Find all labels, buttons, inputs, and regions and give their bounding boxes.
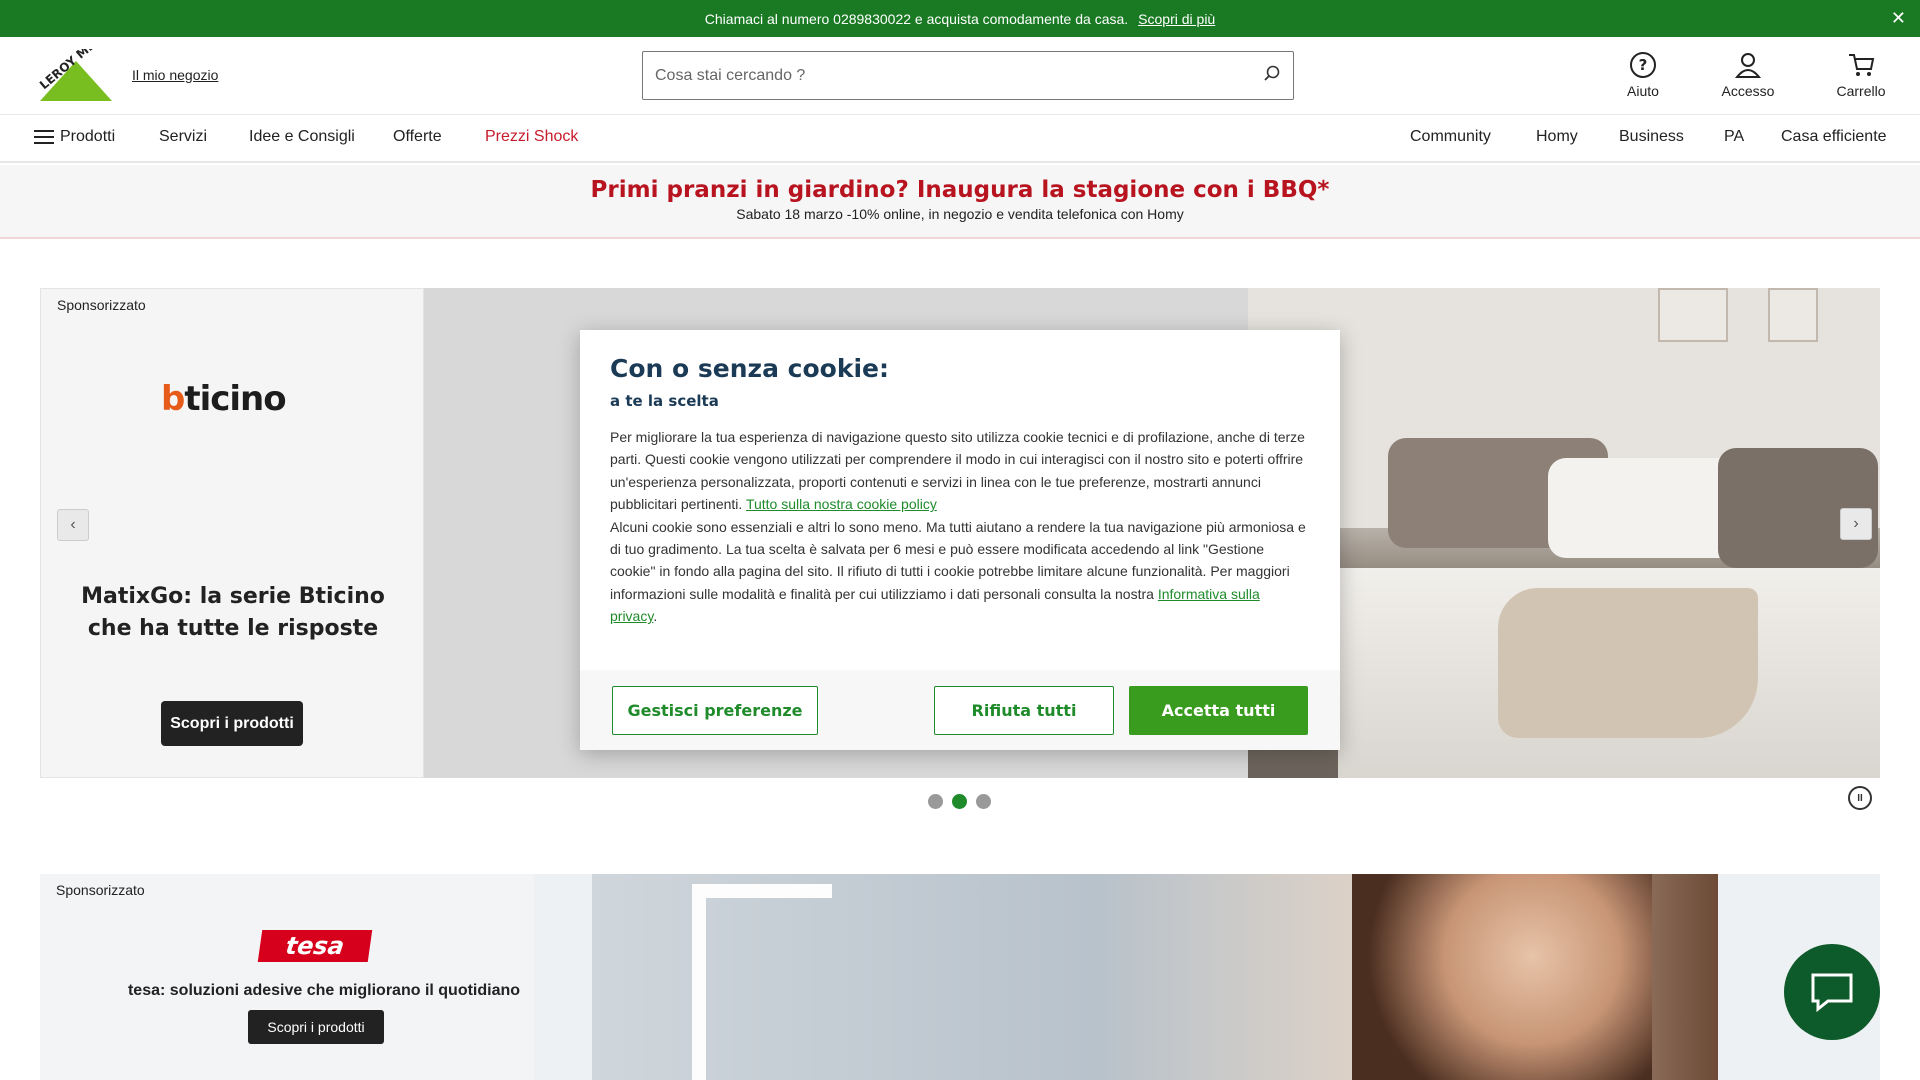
- nav-item-ideas[interactable]: Idee e Consigli: [249, 128, 355, 146]
- chevron-right-icon[interactable]: ›: [1840, 508, 1872, 540]
- nav-item-label: Prodotti: [60, 128, 116, 145]
- blanket: [1498, 588, 1758, 738]
- nav-item-services[interactable]: Servizi: [159, 128, 207, 146]
- cookie-title: Con o senza cookie:: [610, 354, 889, 383]
- nav-item-products[interactable]: Prodotti: [34, 128, 115, 146]
- cookie-text-1: Per migliorare la tua esperienza di navi…: [610, 429, 1305, 513]
- login-label: Accesso: [1721, 83, 1775, 99]
- nav-item-efficient-home[interactable]: Casa efficiente: [1781, 128, 1887, 146]
- help-button[interactable]: ? Aiuto: [1603, 51, 1683, 99]
- main-navigation: Prodotti Servizi Idee e Consigli Offerte…: [0, 115, 1920, 163]
- help-label: Aiuto: [1627, 83, 1659, 99]
- promo-banner[interactable]: Primi pranzi in giardino? Inaugura la st…: [0, 165, 1920, 239]
- search-input[interactable]: Cosa stai cercando ?: [655, 67, 1263, 85]
- login-button[interactable]: Accesso: [1708, 51, 1788, 99]
- nav-item-business[interactable]: Business: [1619, 128, 1684, 146]
- tesa-text: tesa: soluzioni adesive che migliorano i…: [127, 982, 521, 999]
- cart-button[interactable]: Carrello: [1821, 51, 1901, 99]
- my-store-link[interactable]: Il mio negozio: [132, 67, 218, 83]
- woman-portrait: [1352, 874, 1652, 1080]
- nav-item-community[interactable]: Community: [1410, 128, 1491, 146]
- chat-button[interactable]: [1784, 944, 1880, 1040]
- cookie-body: Per migliorare la tua esperienza di navi…: [610, 426, 1310, 628]
- search-icon[interactable]: [1263, 64, 1281, 87]
- cookie-consent-modal: Con o senza cookie: a te la scelta Per m…: [580, 330, 1340, 750]
- reject-all-button[interactable]: Rifiuta tutti: [934, 686, 1114, 735]
- tesa-discover-button[interactable]: Scopri i prodotti: [248, 1010, 384, 1044]
- nav-item-pa[interactable]: PA: [1724, 128, 1744, 146]
- sponsored-label: Sponsorizzato: [56, 882, 145, 898]
- cart-icon: [1849, 54, 1875, 76]
- cart-label: Carrello: [1836, 83, 1886, 99]
- pause-icon[interactable]: II: [1848, 786, 1872, 810]
- carousel-dot[interactable]: [976, 794, 991, 809]
- discover-products-button[interactable]: Scopri i prodotti: [161, 701, 303, 746]
- site-header: LEROY MERLIN Il mio negozio Cosa stai ce…: [0, 18, 1920, 115]
- cookie-actions: Gestisci preferenze Rifiuta tutti Accett…: [580, 670, 1340, 750]
- nav-item-shock-prices[interactable]: Prezzi Shock: [485, 128, 578, 146]
- announcement-text: Chiamaci al numero 0289830022 e acquista…: [704, 10, 1129, 27]
- wall-frame: [1768, 288, 1818, 342]
- announcement-link[interactable]: Scopri di più: [1138, 11, 1215, 27]
- menu-icon: [34, 130, 54, 144]
- nav-item-homy[interactable]: Homy: [1536, 128, 1578, 146]
- sponsored-label: Sponsorizzato: [57, 297, 146, 313]
- help-icon: ?: [1630, 52, 1656, 78]
- leroy-merlin-logo[interactable]: LEROY MERLIN: [32, 18, 122, 103]
- tesa-info-panel: Sponsorizzato tesa: [40, 874, 534, 1080]
- nav-item-offers[interactable]: Offerte: [393, 128, 442, 146]
- carousel-dot[interactable]: [928, 794, 943, 809]
- search-bar[interactable]: Cosa stai cercando ?: [642, 51, 1294, 100]
- accept-all-button[interactable]: Accetta tutti: [1129, 686, 1308, 735]
- slide-info-panel: Sponsorizzato bticino MatixGo: la serie …: [40, 288, 424, 778]
- carousel-dots: [928, 794, 991, 809]
- wall-frame: [1658, 288, 1728, 342]
- bticino-logo: bticino: [161, 379, 287, 419]
- tesa-banner: Sponsorizzato tesa tesa: soluzioni adesi…: [40, 874, 1880, 1080]
- promo-title: Primi pranzi in giardino? Inaugura la st…: [590, 177, 1330, 203]
- decorative-letter: [692, 884, 832, 1080]
- slide-bedroom-image: ›: [1248, 288, 1880, 778]
- carousel-dot-active[interactable]: [952, 794, 967, 809]
- top-announcement-bar: Chiamaci al numero 0289830022 e acquista…: [0, 0, 1920, 37]
- cookie-period: .: [653, 608, 658, 625]
- tesa-logo: tesa: [257, 930, 373, 962]
- slide-title: MatixGo: la serie Bticino che ha tutte l…: [81, 584, 385, 641]
- cookie-policy-link[interactable]: Tutto sulla nostra cookie policy: [746, 496, 937, 512]
- close-icon[interactable]: ✕: [1891, 9, 1906, 27]
- chevron-left-icon[interactable]: ‹: [57, 509, 89, 541]
- chat-icon: [1811, 973, 1853, 1012]
- cookie-subtitle: a te la scelta: [610, 392, 719, 410]
- user-icon: [1734, 53, 1762, 78]
- promo-subtitle: Sabato 18 marzo -10% online, in negozio …: [736, 206, 1184, 222]
- svg-text:?: ?: [1639, 56, 1648, 74]
- tesa-photo: [592, 874, 1718, 1080]
- manage-preferences-button[interactable]: Gestisci preferenze: [612, 686, 818, 735]
